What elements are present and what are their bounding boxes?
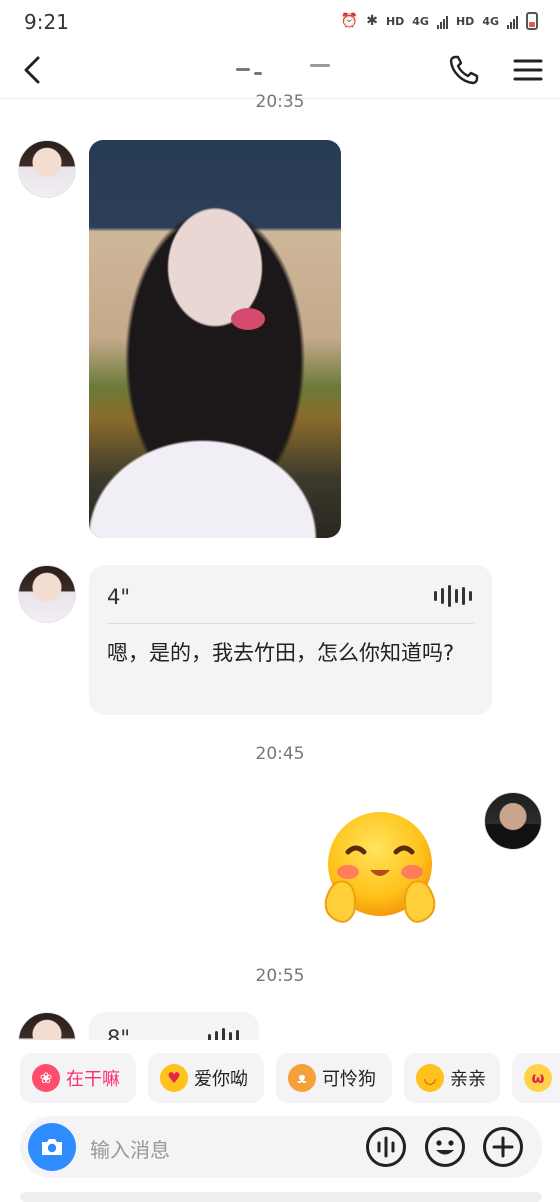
more-options-button[interactable] — [482, 1126, 524, 1168]
timestamp: 20:35 — [255, 92, 305, 112]
network-type-2: 4G — [482, 14, 499, 28]
hug-icon: ◡ — [416, 1064, 444, 1092]
network-type: 4G — [412, 14, 429, 28]
hug-emoji-icon — [324, 812, 436, 923]
quick-reply-chip[interactable]: ❀ 在干嘛 — [20, 1053, 136, 1103]
voice-wave-icon — [366, 1127, 406, 1167]
back-button[interactable] — [14, 50, 54, 90]
quick-reply-label: 爱你呦 — [194, 1069, 248, 1090]
smiley-icon — [425, 1127, 465, 1167]
message-input-bar: 输入消息 — [20, 1116, 542, 1178]
hugging-face-sticker[interactable] — [318, 808, 442, 932]
message-input[interactable]: 输入消息 — [90, 1134, 170, 1163]
quick-reply-label: 可怜狗 — [322, 1069, 376, 1090]
chevron-left-icon — [24, 56, 40, 84]
quick-reply-label: 亲亲 — [450, 1069, 486, 1090]
divider — [107, 623, 474, 624]
camera-icon — [42, 1139, 62, 1155]
alarm-icon: ⏰ — [340, 13, 359, 29]
image-message[interactable] — [89, 140, 341, 538]
battery-icon — [526, 12, 538, 30]
contact-avatar[interactable] — [18, 565, 76, 623]
voice-transcript: 嗯，是的，我去竹田，怎么你知道吗? — [107, 641, 455, 665]
quick-reply-chip[interactable]: ω — [512, 1053, 560, 1103]
voice-input-button[interactable] — [365, 1126, 407, 1168]
voice-duration: 4" — [107, 585, 131, 609]
waveform-icon — [434, 585, 472, 607]
status-icons: ⏰ ✱ HD 4G HD 4G — [341, 12, 538, 30]
pig-icon: ω — [524, 1064, 552, 1092]
timestamp: 20:45 — [255, 744, 305, 764]
quick-reply-chip[interactable]: ◡ 亲亲 — [404, 1053, 500, 1103]
signal-icon — [436, 13, 448, 29]
menu-icon — [513, 59, 543, 81]
contact-name-redacted — [210, 52, 350, 88]
call-button[interactable] — [446, 52, 482, 88]
bluetooth-icon: ✱ — [366, 13, 378, 29]
camera-button[interactable] — [28, 1123, 76, 1171]
my-avatar[interactable] — [484, 792, 542, 850]
heart-eyes-icon: ♥ — [160, 1064, 188, 1092]
clock: 9:21 — [24, 10, 69, 34]
chat-header — [0, 44, 560, 99]
quick-reply-chip[interactable]: ᴥ 可怜狗 — [276, 1053, 392, 1103]
quick-reply-bar: ❀ 在干嘛 ♥ 爱你呦 ᴥ 可怜狗 ◡ 亲亲 ω — [0, 1040, 560, 1116]
voice-message[interactable]: 4" 嗯，是的，我去竹田，怎么你知道吗? — [89, 565, 492, 715]
status-bar: 9:21 ⏰ ✱ HD 4G HD 4G — [0, 0, 560, 44]
contact-avatar[interactable] — [18, 140, 76, 198]
puppy-icon: ᴥ — [288, 1064, 316, 1092]
emoji-button[interactable] — [424, 1126, 466, 1168]
quick-reply-label: 在干嘛 — [66, 1069, 120, 1090]
bottom-panel-edge — [20, 1192, 542, 1202]
plus-icon — [483, 1127, 523, 1167]
phone-icon — [449, 55, 479, 85]
hd-badge: HD — [385, 14, 405, 28]
menu-button[interactable] — [510, 52, 546, 88]
signal-icon-2 — [507, 13, 518, 29]
quick-reply-chip[interactable]: ♥ 爱你呦 — [148, 1053, 264, 1103]
bouquet-icon: ❀ — [32, 1064, 60, 1092]
hd-badge-2: HD — [455, 14, 475, 28]
timestamp: 20:55 — [255, 966, 305, 986]
